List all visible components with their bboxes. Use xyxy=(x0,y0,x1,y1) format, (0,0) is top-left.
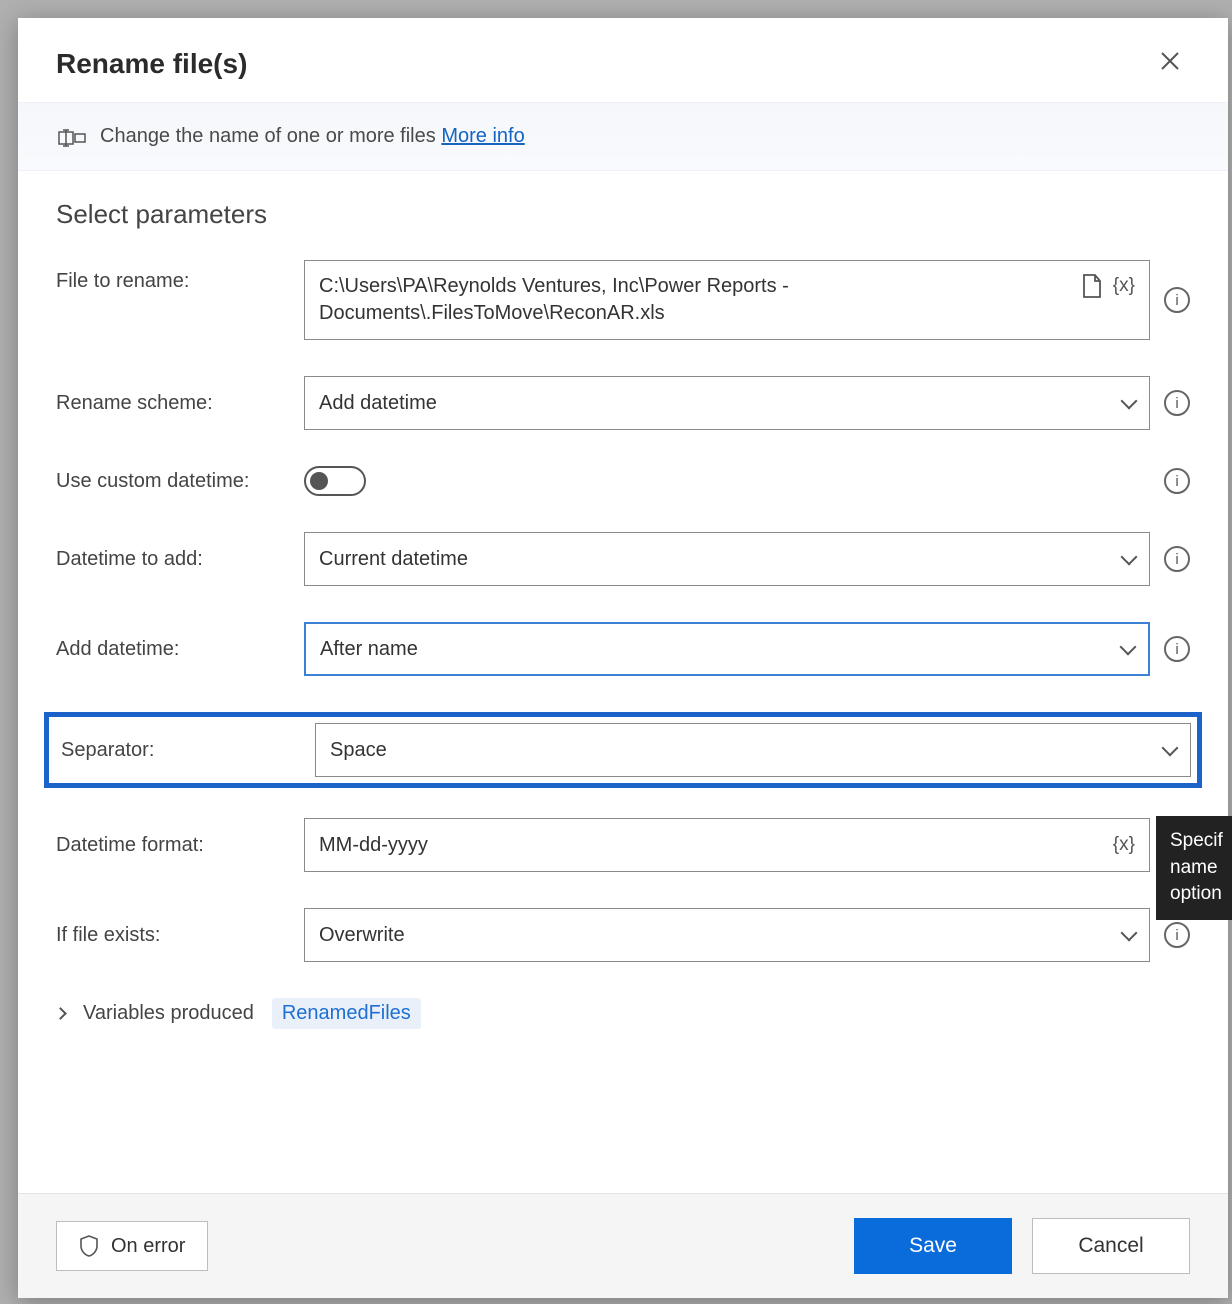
cancel-button[interactable]: Cancel xyxy=(1032,1218,1190,1274)
shield-icon xyxy=(79,1234,99,1258)
info-bar-text: Change the name of one or more files Mor… xyxy=(100,125,525,148)
dialog-header: Rename file(s) xyxy=(18,18,1228,102)
label-datetime-format: Datetime format: xyxy=(56,834,304,857)
info-icon[interactable]: i xyxy=(1164,922,1190,948)
separator-info-tooltip: Specif name option xyxy=(1156,816,1232,920)
info-icon[interactable]: i xyxy=(1164,390,1190,416)
chevron-down-icon xyxy=(1120,639,1137,656)
rename-files-icon xyxy=(58,127,82,147)
info-icon[interactable]: i xyxy=(1164,636,1190,662)
value-datetime-format: MM-dd-yyyy xyxy=(319,832,1103,859)
select-datetime-to-add[interactable]: Current datetime xyxy=(304,532,1150,586)
info-bar: Change the name of one or more files Mor… xyxy=(18,102,1228,171)
variable-token-icon[interactable]: {x} xyxy=(1113,275,1135,297)
chevron-right-icon xyxy=(54,1007,67,1020)
label-add-datetime: Add datetime: xyxy=(56,638,304,661)
file-picker-icon[interactable] xyxy=(1081,273,1103,299)
info-description: Change the name of one or more files xyxy=(100,125,436,147)
select-rename-scheme[interactable]: Add datetime xyxy=(304,376,1150,430)
tooltip-line: name xyxy=(1170,855,1224,882)
value-separator: Space xyxy=(330,737,1154,764)
label-file-to-rename: File to rename: xyxy=(56,260,304,293)
highlighted-separator-row: Separator: Space xyxy=(44,712,1202,788)
row-datetime-format: Datetime format: MM-dd-yyyy {x} i xyxy=(56,818,1190,872)
tooltip-line: option xyxy=(1170,881,1224,908)
input-file-to-rename[interactable]: C:\Users\PA\Reynolds Ventures, Inc\Power… xyxy=(304,260,1150,340)
toggle-use-custom-datetime[interactable] xyxy=(304,466,366,496)
variable-renamed-files[interactable]: RenamedFiles xyxy=(272,998,421,1029)
select-separator[interactable]: Space xyxy=(315,723,1191,777)
row-if-file-exists: If file exists: Overwrite i xyxy=(56,908,1190,962)
value-datetime-to-add: Current datetime xyxy=(319,546,1113,573)
dialog-title: Rename file(s) xyxy=(56,48,247,80)
label-rename-scheme: Rename scheme: xyxy=(56,392,304,415)
chevron-down-icon xyxy=(1121,925,1138,942)
value-add-datetime: After name xyxy=(320,636,1112,663)
dialog-body: Select parameters File to rename: C:\Use… xyxy=(18,171,1228,1193)
chevron-down-icon xyxy=(1121,393,1138,410)
variables-produced-label: Variables produced xyxy=(83,1002,254,1025)
row-datetime-to-add: Datetime to add: Current datetime i xyxy=(56,532,1190,586)
label-if-file-exists: If file exists: xyxy=(56,924,304,947)
select-add-datetime[interactable]: After name xyxy=(304,622,1150,676)
label-separator: Separator: xyxy=(61,739,315,762)
rename-files-dialog: Rename file(s) Change the name of one or… xyxy=(18,18,1228,1298)
row-add-datetime: Add datetime: After name i xyxy=(56,622,1190,676)
save-button-label: Save xyxy=(909,1234,957,1258)
dialog-footer: On error Save Cancel xyxy=(18,1193,1228,1298)
variable-token-icon[interactable]: {x} xyxy=(1113,834,1135,856)
value-file-to-rename: C:\Users\PA\Reynolds Ventures, Inc\Power… xyxy=(319,273,1071,327)
chevron-down-icon xyxy=(1162,740,1179,757)
row-use-custom-datetime: Use custom datetime: i xyxy=(56,466,1190,496)
cancel-button-label: Cancel xyxy=(1078,1234,1143,1258)
info-icon[interactable]: i xyxy=(1164,468,1190,494)
more-info-link[interactable]: More info xyxy=(441,125,524,147)
select-if-file-exists[interactable]: Overwrite xyxy=(304,908,1150,962)
on-error-button[interactable]: On error xyxy=(56,1221,208,1271)
section-title: Select parameters xyxy=(56,199,1190,230)
value-if-file-exists: Overwrite xyxy=(319,922,1113,949)
toggle-knob xyxy=(310,472,328,490)
row-separator: Separator: Space xyxy=(55,723,1191,777)
save-button[interactable]: Save xyxy=(854,1218,1012,1274)
row-rename-scheme: Rename scheme: Add datetime i xyxy=(56,376,1190,430)
input-datetime-format[interactable]: MM-dd-yyyy {x} xyxy=(304,818,1150,872)
variables-produced-row[interactable]: Variables produced RenamedFiles xyxy=(56,998,1190,1029)
row-file-to-rename: File to rename: C:\Users\PA\Reynolds Ven… xyxy=(56,260,1190,340)
info-icon[interactable]: i xyxy=(1164,546,1190,572)
tooltip-line: Specif xyxy=(1170,828,1224,855)
on-error-label: On error xyxy=(111,1235,185,1258)
label-use-custom-datetime: Use custom datetime: xyxy=(56,470,304,493)
info-icon[interactable]: i xyxy=(1164,287,1190,313)
label-datetime-to-add: Datetime to add: xyxy=(56,548,304,571)
value-rename-scheme: Add datetime xyxy=(319,390,1113,417)
close-icon[interactable] xyxy=(1152,46,1188,82)
chevron-down-icon xyxy=(1121,549,1138,566)
